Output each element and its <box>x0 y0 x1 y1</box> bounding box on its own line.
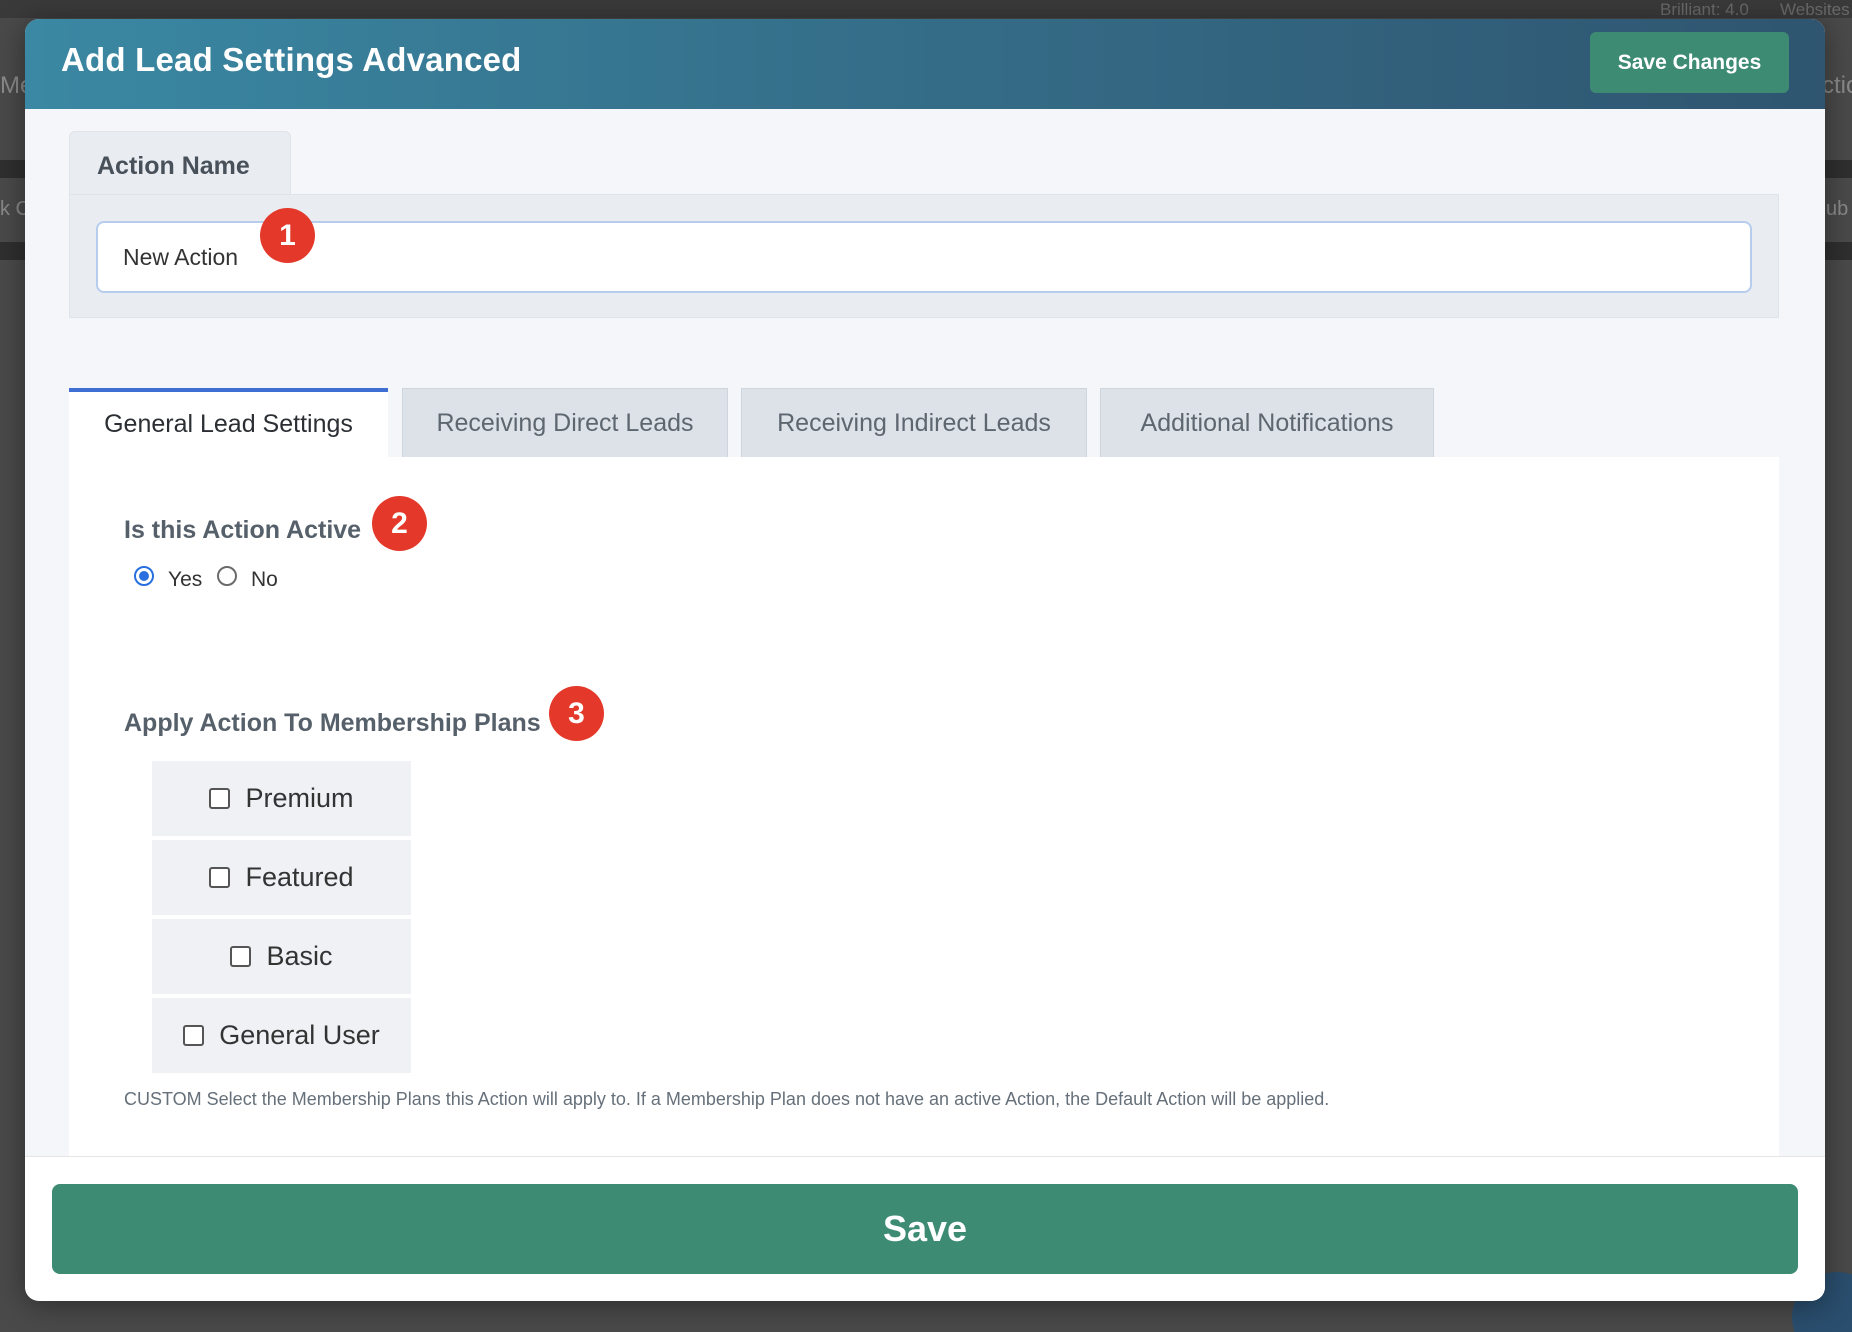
add-lead-settings-modal: Add Lead Settings Advanced Save Changes … <box>25 19 1825 1301</box>
background-topbar-text: Websites <box>1780 0 1850 19</box>
save-button[interactable]: Save <box>52 1184 1798 1274</box>
modal-title: Add Lead Settings Advanced <box>61 41 522 78</box>
plan-label: Premium <box>245 783 354 813</box>
checkbox[interactable] <box>209 788 231 809</box>
annotation-marker-1: 1 <box>260 208 315 263</box>
background-fragment: ub <box>1826 198 1849 220</box>
membership-plans-label: Apply Action To Membership Plans <box>124 709 541 737</box>
plan-label: Basic <box>266 941 333 971</box>
plan-option-general-user[interactable]: General User <box>152 998 411 1073</box>
radio-no-label: No <box>251 568 278 591</box>
plan-label: General User <box>219 1020 380 1050</box>
tab-label: General Lead Settings <box>104 410 353 438</box>
checkbox[interactable] <box>230 946 252 967</box>
save-changes-button[interactable]: Save Changes <box>1590 32 1789 93</box>
tab-label: Receiving Direct Leads <box>436 408 694 437</box>
plan-label: Featured <box>245 862 354 892</box>
action-name-label: Action Name <box>97 152 250 180</box>
radio-no[interactable] <box>217 566 237 586</box>
action-active-label: Is this Action Active <box>124 516 362 544</box>
tab-receiving-indirect-leads[interactable]: Receiving Indirect Leads <box>741 388 1087 457</box>
plan-option-basic[interactable]: Basic <box>152 919 411 994</box>
tab-receiving-direct-leads[interactable]: Receiving Direct Leads <box>402 388 728 457</box>
tab-general-lead-settings[interactable]: General Lead Settings <box>69 388 388 457</box>
checkbox[interactable] <box>183 1025 205 1046</box>
plan-option-featured[interactable]: Featured <box>152 840 411 915</box>
background-fragment: ctio <box>1822 72 1852 99</box>
tab-label: Additional Notifications <box>1140 408 1394 437</box>
tab-label: Receiving Indirect Leads <box>777 408 1051 437</box>
tab-additional-notifications[interactable]: Additional Notifications <box>1100 388 1434 457</box>
background-top-bar: Brilliant: 4.0 Websites <box>0 0 1852 19</box>
checkbox[interactable] <box>209 867 231 888</box>
membership-help-text: CUSTOM Select the Membership Plans this … <box>124 1089 1330 1109</box>
action-name-tab: Action Name <box>69 131 291 196</box>
annotation-marker-2: 2 <box>372 496 427 551</box>
annotation-marker-3: 3 <box>549 686 604 741</box>
modal-header: Add Lead Settings Advanced Save Changes <box>25 19 1825 109</box>
background-topbar-text: Brilliant: 4.0 <box>1660 0 1749 19</box>
action-name-input[interactable] <box>96 221 1752 293</box>
radio-yes-label: Yes <box>168 568 203 591</box>
radio-yes[interactable] <box>134 566 154 586</box>
plan-option-premium[interactable]: Premium <box>152 761 411 836</box>
